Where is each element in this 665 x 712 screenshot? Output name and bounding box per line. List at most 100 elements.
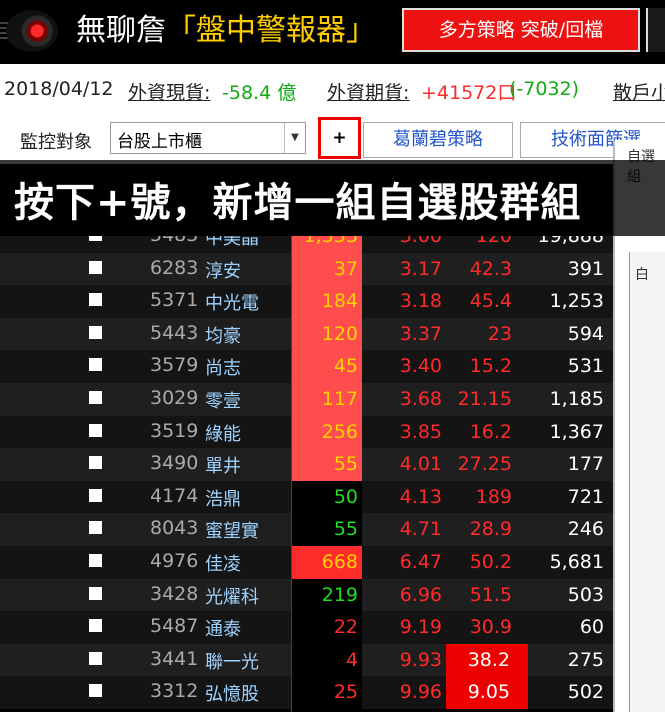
row-checkbox[interactable] — [89, 586, 102, 600]
table-row[interactable]: 5371 中光電 184 3.18 45.4 1,253 — [0, 285, 613, 319]
stock-name[interactable]: 光燿科 — [205, 583, 259, 609]
stock-name[interactable]: 佳凌 — [205, 550, 241, 576]
stock-name[interactable]: 浩鼎 — [205, 485, 241, 511]
add-group-button[interactable]: + — [318, 117, 361, 159]
stock-name[interactable]: 中光電 — [205, 289, 259, 315]
stock-name[interactable]: 聯一光 — [205, 648, 259, 674]
change-cell: 28.9 — [469, 518, 512, 541]
price-cell: 3.37 — [399, 322, 442, 345]
chevron-down-icon[interactable]: ▼ — [284, 123, 305, 153]
price-cell: 3.85 — [399, 420, 442, 443]
table-row[interactable]: 3519 綠能 256 3.85 16.2 1,367 — [0, 415, 613, 449]
table-row[interactable]: 4976 佳凌 668 6.47 50.2 5,681 — [0, 546, 613, 579]
table-row[interactable]: 5443 均豪 120 3.37 23 594 — [0, 317, 613, 351]
stock-name[interactable]: 單井 — [205, 452, 241, 478]
change-cell: 27.25 — [457, 453, 512, 476]
table-row[interactable]: 5483 中美晶 1,333 3.00 120 19,888 — [0, 236, 613, 253]
stock-table: 5483 中美晶 1,333 3.00 120 19,888 6283 淳安 37 3.17 42.… — [0, 236, 613, 712]
change-cell: 16.2 — [469, 420, 512, 443]
stock-code: 5371 — [150, 289, 199, 312]
row-checkbox[interactable] — [89, 325, 102, 339]
row-checkbox[interactable] — [89, 293, 102, 307]
amount-cell: 1,367 — [549, 420, 604, 443]
stock-code: 6283 — [150, 256, 199, 279]
app-logo-icon — [6, 10, 58, 52]
foreign-futures-label[interactable]: 外資期貨: — [327, 78, 409, 105]
price-cell: 3.17 — [399, 257, 442, 280]
price-cell: 6.47 — [399, 551, 442, 573]
foreign-spot-value: -58.4 億 — [222, 82, 297, 104]
instruction-text: 按下+號，新增一組自選股群組 — [14, 180, 582, 226]
change-cell: 15.2 — [469, 355, 512, 378]
amount-cell: 60 — [579, 616, 604, 639]
volume-cell: 50 — [292, 480, 362, 514]
stock-code: 5487 — [150, 615, 199, 638]
stock-name[interactable]: 淳安 — [205, 257, 241, 283]
monitor-label: 監控對象 — [20, 132, 92, 153]
row-checkbox[interactable] — [89, 423, 102, 437]
stock-code: 4976 — [150, 550, 199, 572]
price-cell: 3.00 — [399, 236, 442, 247]
amount-cell: 721 — [567, 485, 604, 508]
plus-icon: + — [332, 128, 347, 148]
row-checkbox[interactable] — [89, 391, 102, 404]
table-row[interactable]: 6283 淳安 37 3.17 42.3 391 — [0, 252, 613, 286]
table-row[interactable]: 4174 浩鼎 50 4.13 189 721 — [0, 480, 613, 514]
stock-code: 5483 — [150, 236, 198, 246]
row-checkbox[interactable] — [89, 554, 102, 567]
table-row[interactable]: 3579 尚志 45 3.40 15.2 531 — [0, 350, 613, 384]
row-checkbox[interactable] — [89, 358, 102, 372]
change-cell: 120 — [475, 236, 512, 247]
volume-cell: 4 — [292, 643, 362, 677]
price-cell: 3.40 — [399, 355, 442, 378]
stock-name[interactable]: 通泰 — [205, 615, 241, 641]
volume-cell: 184 — [292, 285, 362, 319]
row-checkbox[interactable] — [89, 488, 102, 502]
strategy-button[interactable]: 多方策略 突破/回檔 — [402, 8, 640, 52]
table-row[interactable]: 3029 零壹 117 3.68 21.15 1,185 — [0, 383, 613, 416]
stock-name[interactable]: 零壹 — [205, 387, 241, 413]
stock-code: 5443 — [150, 321, 199, 344]
stock-name[interactable]: 綠能 — [205, 420, 241, 446]
foreign-spot-label[interactable]: 外資現貨: — [128, 78, 210, 105]
row-checkbox[interactable] — [89, 260, 102, 274]
row-checkbox[interactable] — [89, 684, 102, 698]
amount-cell: 503 — [567, 583, 604, 606]
table-row[interactable]: 3428 光燿科 219 6.96 51.5 503 — [0, 578, 613, 612]
stock-name[interactable]: 中美晶 — [205, 236, 259, 250]
market-select-value: 台股上市櫃 — [117, 132, 202, 152]
change-cell: 30.9 — [469, 616, 512, 639]
stock-name[interactable]: 蜜望實 — [205, 517, 259, 543]
stock-name[interactable]: 弘憶股 — [205, 680, 259, 706]
instruction-banner: 按下+號，新增一組自選股群組 — [0, 160, 665, 236]
granville-strategy-button[interactable]: 葛蘭碧策略 — [363, 122, 513, 158]
row-checkbox[interactable] — [89, 521, 102, 535]
column-divider — [291, 236, 292, 712]
table-row[interactable]: 8043 蜜望實 55 4.71 28.9 246 — [0, 513, 613, 547]
watchlist-panel-body — [629, 252, 665, 712]
row-checkbox[interactable] — [89, 619, 102, 633]
stock-name[interactable]: 均豪 — [205, 322, 241, 348]
price-cell: 4.13 — [399, 485, 442, 508]
volume-cell: 55 — [292, 513, 362, 547]
change-cell: 45.4 — [469, 290, 512, 313]
volume-cell: 117 — [292, 383, 362, 416]
app-title-highlight: 「盤中警報器」 — [166, 13, 376, 48]
table-row[interactable]: 3441 聯一光 4 9.93 38.2 275 — [0, 643, 613, 677]
change-cell: 51.5 — [469, 583, 512, 606]
price-cell: 9.96 — [399, 681, 442, 704]
volume-cell: 1,333 — [292, 236, 362, 253]
volume-cell: 256 — [292, 415, 362, 449]
row-checkbox[interactable] — [89, 456, 102, 470]
volume-cell: 668 — [292, 546, 362, 579]
table-row[interactable]: 3490 單井 55 4.01 27.25 177 — [0, 448, 613, 482]
retail-label[interactable]: 散戶小 — [613, 78, 665, 105]
stock-name[interactable]: 尚志 — [205, 354, 241, 380]
row-checkbox[interactable] — [89, 651, 102, 665]
table-row[interactable]: 3312 弘憶股 25 9.96 9.05 502 — [0, 676, 613, 710]
stock-code: 3029 — [150, 387, 199, 409]
amount-cell: 391 — [567, 257, 604, 280]
market-select[interactable]: 台股上市櫃 ▼ — [110, 122, 306, 154]
row-checkbox[interactable] — [89, 236, 102, 241]
table-row[interactable]: 5487 通泰 22 9.19 30.9 60 — [0, 611, 613, 645]
